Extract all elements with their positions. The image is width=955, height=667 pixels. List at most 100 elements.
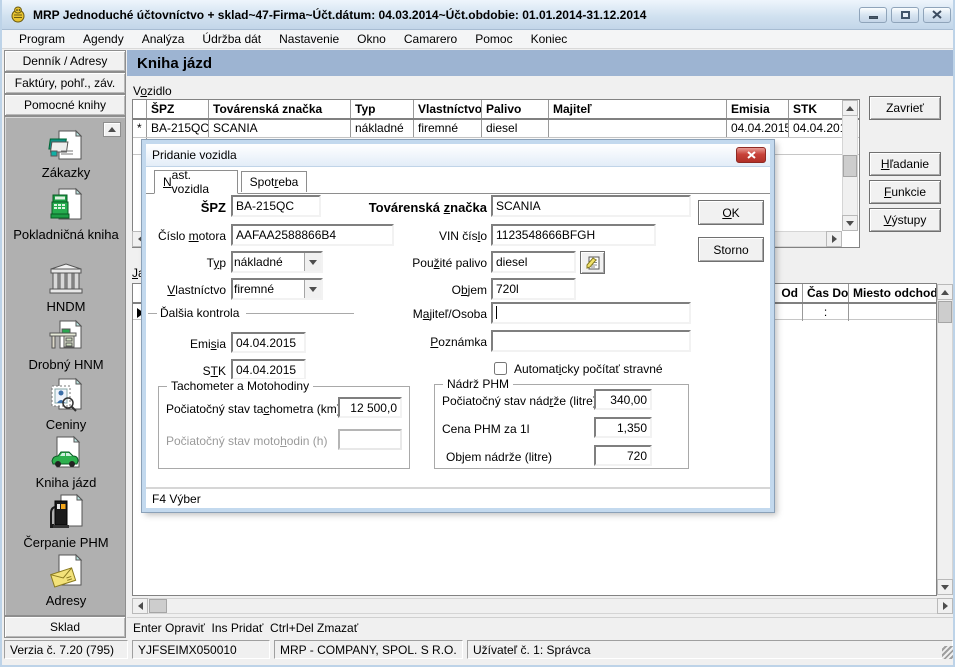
window-title: MRP Jednoduché účtovníctvo + sklad~47-Fi… xyxy=(33,8,859,22)
poznamka-input[interactable] xyxy=(491,330,691,352)
stravne-checkbox[interactable] xyxy=(494,362,507,375)
sidebar-tab-dennik-adresy[interactable]: Denník / Adresy xyxy=(4,50,126,72)
menu-nastavenie[interactable]: Nastavenie xyxy=(270,30,348,48)
typ-combobox[interactable]: nákladné xyxy=(231,251,323,273)
cell-emisia: 04.04.2015 xyxy=(727,120,789,137)
jazdy-scroll-up-button[interactable] xyxy=(937,284,953,300)
menu-koniec[interactable]: Koniec xyxy=(522,30,577,48)
tab-strip-line xyxy=(146,193,770,194)
scroll-up-icon xyxy=(846,106,854,111)
jazdy-scroll-right-button[interactable] xyxy=(937,598,953,614)
vozidlo-col-vlastnictvo: Vlastníctvo xyxy=(414,100,482,118)
emisia-input[interactable] xyxy=(231,332,306,353)
stk-input[interactable] xyxy=(231,359,306,380)
palivo-lookup-button[interactable] xyxy=(580,251,605,274)
title-bar: MRP Jednoduché účtovníctvo + sklad~47-Fi… xyxy=(2,0,955,30)
stamp-icon xyxy=(47,377,85,415)
menu-okno[interactable]: Okno xyxy=(348,30,395,48)
menu-pomoc[interactable]: Pomoc xyxy=(466,30,521,48)
vozidlo-vscrollbar[interactable] xyxy=(842,100,858,231)
resize-grip[interactable] xyxy=(942,646,955,659)
majitel-input[interactable] xyxy=(491,302,691,324)
znacka-input[interactable] xyxy=(491,195,691,217)
cell-majitel xyxy=(549,120,727,137)
vozidlo-scroll-right-button[interactable] xyxy=(826,231,842,247)
sidebar-tab-sklad[interactable]: Sklad xyxy=(4,616,126,638)
jazdy-scroll-down-button[interactable] xyxy=(937,579,953,595)
jazdy-scroll-left-button[interactable] xyxy=(132,598,148,614)
hint-bar: Enter Opraviť Ins Pridať Ctrl+Del Zmazať xyxy=(127,617,955,638)
jazdy-col-miesto: Miesto odchod xyxy=(849,284,936,302)
sidebar-item-kniha-jazd[interactable]: Kniha jázd xyxy=(5,435,127,490)
hladanie-button[interactable]: Hľadanie xyxy=(869,152,941,176)
vozidlo-col-majitel: Majiteľ xyxy=(549,100,727,118)
jazdy-vscrollbar[interactable] xyxy=(937,284,953,595)
menu-analyza[interactable]: Analýza xyxy=(133,30,194,48)
typ-label: Typ xyxy=(146,256,226,270)
sidebar-item-hndm[interactable]: HNDM xyxy=(5,261,127,314)
vlastnictvo-label: Vlastníctvo xyxy=(146,283,226,297)
ok-button[interactable]: OK xyxy=(698,200,764,225)
jazdy-hscrollbar[interactable] xyxy=(132,598,953,614)
sidebar-item-pokladnicna-kniha[interactable]: Pokladničná kniha xyxy=(5,187,127,242)
restore-button[interactable] xyxy=(891,7,919,23)
menu-udrzba-dat[interactable]: Údržba dát xyxy=(193,30,270,48)
sidebar-item-zakazky[interactable]: Zákazky xyxy=(5,127,127,180)
desk-icon xyxy=(46,319,86,355)
zavriet-button[interactable]: Zavrieť xyxy=(869,96,941,120)
sidebar-item-cerpanie-phm[interactable]: Čerpanie PHM xyxy=(5,493,127,550)
palivo-input[interactable] xyxy=(491,251,576,273)
sidebar-item-adresy[interactable]: Adresy xyxy=(5,553,127,608)
sidebar-item-drobny-hnm[interactable]: Drobný HNM xyxy=(5,319,127,372)
stav-nadrze-label: Počiatočný stav nádrže (litre) xyxy=(442,394,597,408)
vlastnictvo-combobox[interactable]: firemné xyxy=(231,278,323,300)
jazdy-cell-cas-do: : xyxy=(803,304,849,321)
jazdy-vscroll-thumb[interactable] xyxy=(938,301,952,323)
motohodiny-input[interactable] xyxy=(338,429,402,450)
vlastnictvo-dropdown-button[interactable] xyxy=(304,280,321,298)
menu-agendy[interactable]: Agendy xyxy=(74,30,133,48)
vozidlo-row[interactable]: * BA-215QC SCANIA nákladné firemné diese… xyxy=(133,120,859,138)
objem-nadrze-input[interactable] xyxy=(594,445,652,466)
vystupy-button[interactable]: Výstupy xyxy=(869,208,941,232)
scroll-right-icon xyxy=(943,602,948,610)
vin-input[interactable] xyxy=(491,224,656,246)
tachometer-label: Počiatočný stav tachometra (km) xyxy=(166,402,341,416)
objem-input[interactable] xyxy=(491,278,576,300)
scroll-down-icon xyxy=(846,221,854,226)
minimize-button[interactable] xyxy=(859,7,887,23)
sidebar-tab-pomocne-knihy[interactable]: Pomocné knihy xyxy=(4,94,126,116)
status-company: MRP - COMPANY, SPOL. S R.O. xyxy=(274,640,463,659)
tab-nast-vozidla[interactable]: Nast. vozidla xyxy=(154,170,238,194)
dialog-close-button[interactable] xyxy=(736,147,766,163)
vozidlo-scroll-up-button[interactable] xyxy=(842,100,858,116)
palivo-label: Použité palivo xyxy=(391,256,487,270)
jazdy-cell-miesto xyxy=(849,304,936,321)
cena-phm-input[interactable] xyxy=(594,417,652,438)
jazdy-hscroll-thumb[interactable] xyxy=(149,599,167,613)
typ-dropdown-button[interactable] xyxy=(304,253,321,271)
lookup-notepad-icon xyxy=(585,255,601,271)
vozidlo-vscroll-thumb[interactable] xyxy=(843,155,857,177)
cell-typ: nákladné xyxy=(351,120,414,137)
jazdy-cell-od xyxy=(775,304,803,321)
tab-spotreba[interactable]: Spotreba xyxy=(241,171,307,192)
spz-input[interactable] xyxy=(231,195,321,217)
vozidlo-scroll-down-button[interactable] xyxy=(842,215,858,231)
storno-button[interactable]: Storno xyxy=(698,237,764,262)
menu-program[interactable]: Program xyxy=(10,30,74,48)
funkcie-button[interactable]: Funkcie xyxy=(869,180,941,204)
stravne-label: Automaticky počítať stravné xyxy=(514,362,663,376)
menu-bar: Program Agendy Analýza Údržba dát Nastav… xyxy=(2,30,955,49)
poznamka-label: Poznámka xyxy=(391,335,487,349)
stav-nadrze-input[interactable] xyxy=(594,389,652,410)
menu-camarero[interactable]: Camarero xyxy=(395,30,466,48)
sidebar-item-ceniny[interactable]: Ceniny xyxy=(5,377,127,432)
vozidlo-col-typ: Typ xyxy=(351,100,414,118)
app-logo-icon xyxy=(10,6,27,23)
tachometer-input[interactable] xyxy=(338,397,402,418)
cislo-motora-input[interactable] xyxy=(231,224,394,246)
status-user: Užívateľ č. 1: Správca xyxy=(467,640,953,659)
sidebar-tab-faktury[interactable]: Faktúry, pohľ., záv. xyxy=(4,72,126,94)
close-button[interactable] xyxy=(923,7,951,23)
